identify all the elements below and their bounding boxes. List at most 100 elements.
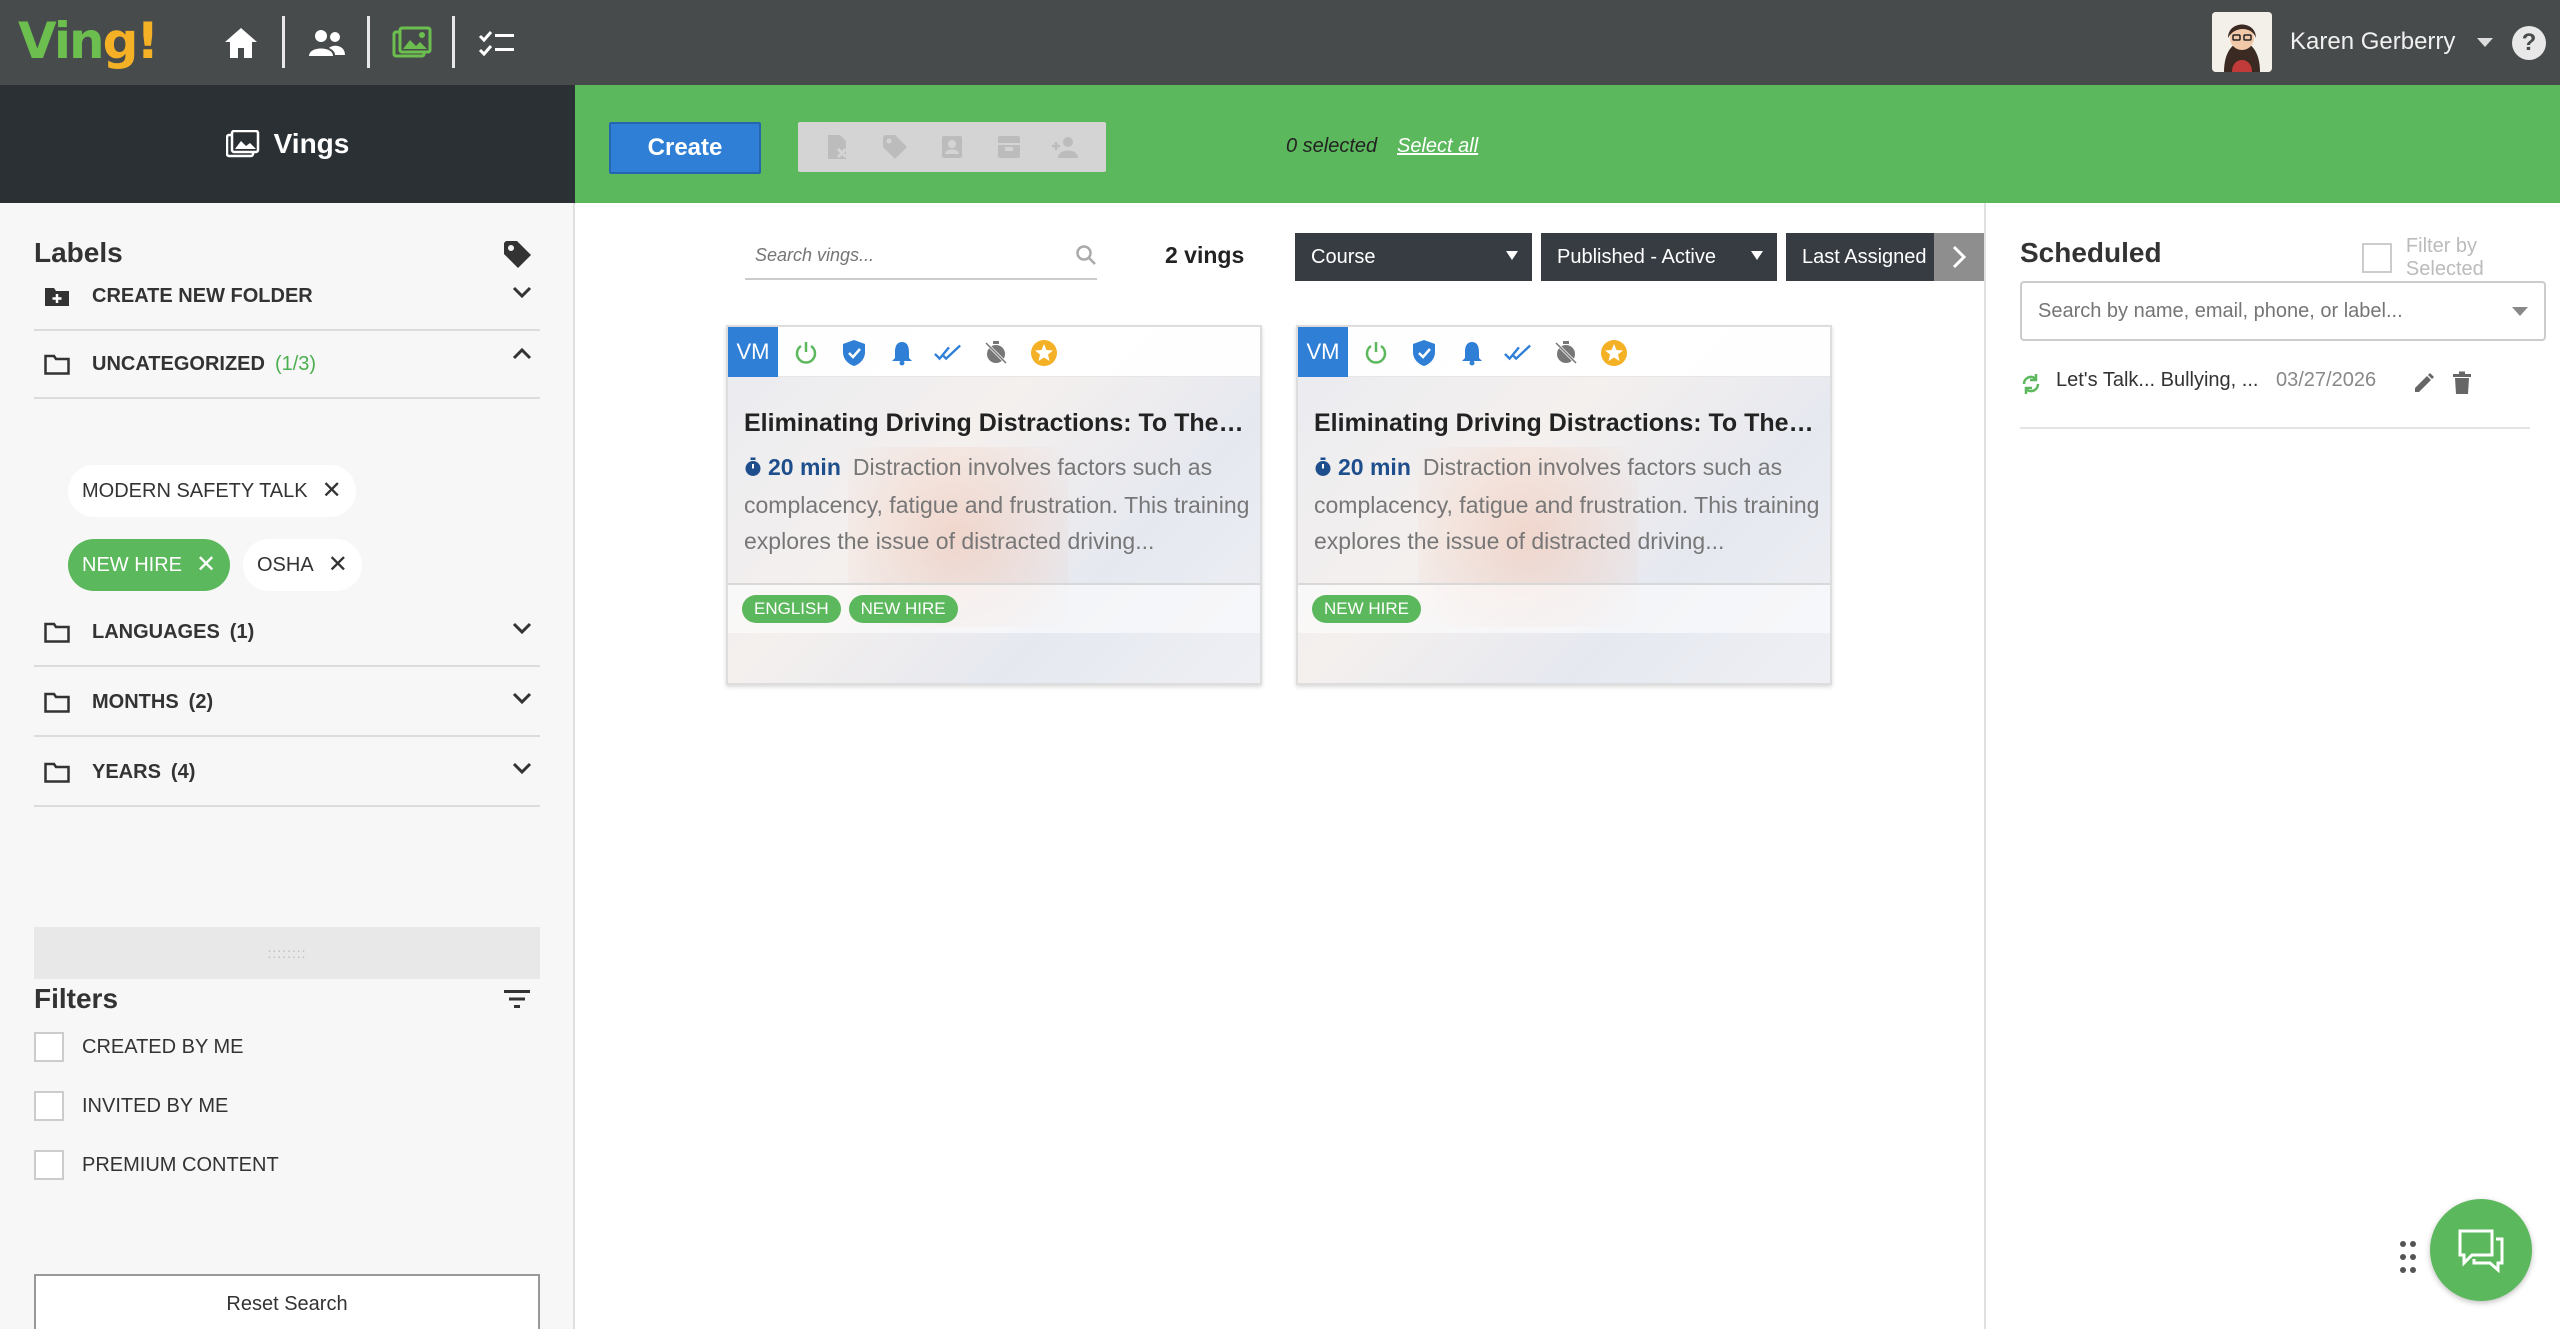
section-header: Vings <box>0 85 575 203</box>
tag-pill: ENGLISH <box>742 595 841 623</box>
folder-label: CREATE NEW FOLDER <box>92 284 313 307</box>
ving-count: 2 vings <box>1165 242 1245 268</box>
edit-icon[interactable] <box>2412 371 2436 400</box>
folder-label: LANGUAGES <box>92 620 220 643</box>
power-icon <box>792 339 820 367</box>
card-description: 20 min Distraction involves factors such … <box>1314 449 1824 559</box>
filter-icon[interactable] <box>502 987 532 1016</box>
label-chip[interactable]: NEW HIRE ✕ <box>68 539 231 591</box>
filter-created-by-me[interactable]: CREATED BY ME <box>34 1032 244 1062</box>
user-name[interactable]: Karen Gerberry <box>2290 28 2455 56</box>
sort-dropdown[interactable]: Last Assigned <box>1786 233 1934 281</box>
power-icon <box>1362 339 1390 367</box>
home-icon[interactable] <box>220 22 262 64</box>
card-title[interactable]: Eliminating Driving Distractions: To The… <box>1314 409 1814 438</box>
close-icon[interactable]: ✕ <box>328 553 348 577</box>
label-chip[interactable]: MODERN SAFETY TALK ✕ <box>68 465 356 517</box>
double-check-icon <box>1504 339 1532 367</box>
dropdown-value: Last Assigned <box>1802 245 1927 268</box>
nav-separator <box>367 16 370 68</box>
checkbox[interactable] <box>34 1032 64 1062</box>
top-nav-bar: Ving! Karen Gerberry ? <box>0 0 2560 85</box>
chevron-down-icon[interactable] <box>512 761 532 780</box>
star-badge-icon <box>1600 339 1628 367</box>
chevron-down-icon[interactable] <box>512 285 532 304</box>
trash-icon[interactable] <box>2452 371 2472 400</box>
filter-premium-content[interactable]: PREMIUM CONTENT <box>34 1150 279 1180</box>
status-filter-dropdown[interactable]: Published - Active <box>1541 233 1777 281</box>
tag-pill: NEW HIRE <box>848 595 958 623</box>
chat-button[interactable] <box>2430 1199 2532 1301</box>
action-bar: Create 0 selected Select all <box>575 85 2560 203</box>
chevron-down-icon[interactable] <box>2477 37 2494 47</box>
folder-months[interactable]: MONTHS (2) <box>34 669 540 737</box>
folder-languages[interactable]: LANGUAGES (1) <box>34 599 540 667</box>
create-button[interactable]: Create <box>609 122 761 174</box>
user-menu[interactable]: Karen Gerberry <box>2212 12 2494 72</box>
folder-icon <box>44 621 74 643</box>
resize-handle[interactable]: :::::::: <box>34 927 540 979</box>
scheduled-name[interactable]: Let's Talk... Bullying, ... <box>2056 369 2266 392</box>
shield-check-icon <box>840 339 868 367</box>
images-icon[interactable] <box>391 22 433 64</box>
chevron-down-icon[interactable] <box>512 621 532 640</box>
chevron-up-icon[interactable] <box>512 347 532 366</box>
checklist-icon[interactable] <box>476 22 518 64</box>
card-tags: ENGLISH NEW HIRE <box>728 583 1260 633</box>
card-title[interactable]: Eliminating Driving Distractions: To The… <box>744 409 1244 438</box>
section-title: Vings <box>273 128 350 159</box>
search-icon[interactable] <box>1075 244 1097 271</box>
card-status-bar: VM <box>1298 327 1830 377</box>
card-status-bar: VM <box>728 327 1260 377</box>
caret-down-icon[interactable] <box>2512 307 2528 316</box>
select-all-link[interactable]: Select all <box>1397 135 1478 158</box>
search-input[interactable] <box>755 244 1055 266</box>
folder-icon <box>44 353 74 375</box>
scheduled-panel: Scheduled Filter by Selected Let's Talk.… <box>1984 203 2560 1329</box>
folder-years[interactable]: YEARS (4) <box>34 739 540 807</box>
duration: 20 min <box>744 454 841 480</box>
folder-count: (4) <box>170 760 196 783</box>
scheduled-search-input[interactable] <box>2038 299 2488 323</box>
filter-invited-by-me[interactable]: INVITED BY ME <box>34 1091 228 1121</box>
type-filter-dropdown[interactable]: Course <box>1295 233 1532 281</box>
ving-card[interactable]: VM Eliminating Driving Distractions: To … <box>1296 325 1832 685</box>
drag-handle-icon[interactable] <box>2398 1240 2418 1279</box>
create-folder-row[interactable]: CREATE NEW FOLDER <box>34 263 540 331</box>
help-icon[interactable]: ? <box>2512 26 2546 60</box>
selected-count: 0 selected <box>1286 135 1378 157</box>
chip-label: MODERN SAFETY TALK <box>82 479 308 502</box>
card-tags: NEW HIRE <box>1298 583 1830 633</box>
stopwatch-icon <box>744 451 762 487</box>
folder-uncategorized[interactable]: UNCATEGORIZED (1/3) <box>34 331 540 399</box>
scheduled-date: 03/27/2026 <box>2276 369 2377 391</box>
label-chip[interactable]: OSHA ✕ <box>243 539 362 591</box>
nav-separator <box>452 16 455 68</box>
close-icon[interactable]: ✕ <box>196 553 216 577</box>
checkbox[interactable] <box>34 1091 64 1121</box>
ving-card[interactable]: VM Eliminating Driving Distractions: To … <box>726 325 1262 685</box>
checkbox[interactable] <box>34 1150 64 1180</box>
scheduled-item[interactable]: Let's Talk... Bullying, ... 03/27/2026 <box>2020 369 2530 429</box>
folder-icon <box>44 761 74 783</box>
assign-user-icon[interactable] <box>1026 122 1106 172</box>
ving-logo[interactable]: Ving! <box>18 12 159 70</box>
chevron-down-icon[interactable] <box>512 691 532 710</box>
close-icon[interactable]: ✕ <box>322 479 342 503</box>
reset-search-button[interactable]: Reset Search <box>34 1274 540 1329</box>
nav-separator <box>282 16 285 68</box>
filter-label: PREMIUM CONTENT <box>82 1153 279 1176</box>
filter-by-selected[interactable]: Filter by Selected <box>2348 235 2560 281</box>
folder-count: (1) <box>229 620 255 643</box>
chat-icon <box>2458 1229 2504 1273</box>
dropdown-value: Course <box>1311 245 1376 268</box>
folder-count: (2) <box>188 690 214 713</box>
chip-label: OSHA <box>257 553 314 576</box>
filter-by-selected-label: Filter by Selected <box>2405 235 2484 280</box>
people-icon[interactable] <box>306 22 348 64</box>
checkbox[interactable] <box>2362 243 2392 273</box>
folder-plus-icon <box>44 285 74 307</box>
tag-pill: NEW HIRE <box>1312 595 1421 623</box>
chevron-right-icon[interactable] <box>1934 233 1984 281</box>
folder-label: UNCATEGORIZED <box>92 352 265 375</box>
